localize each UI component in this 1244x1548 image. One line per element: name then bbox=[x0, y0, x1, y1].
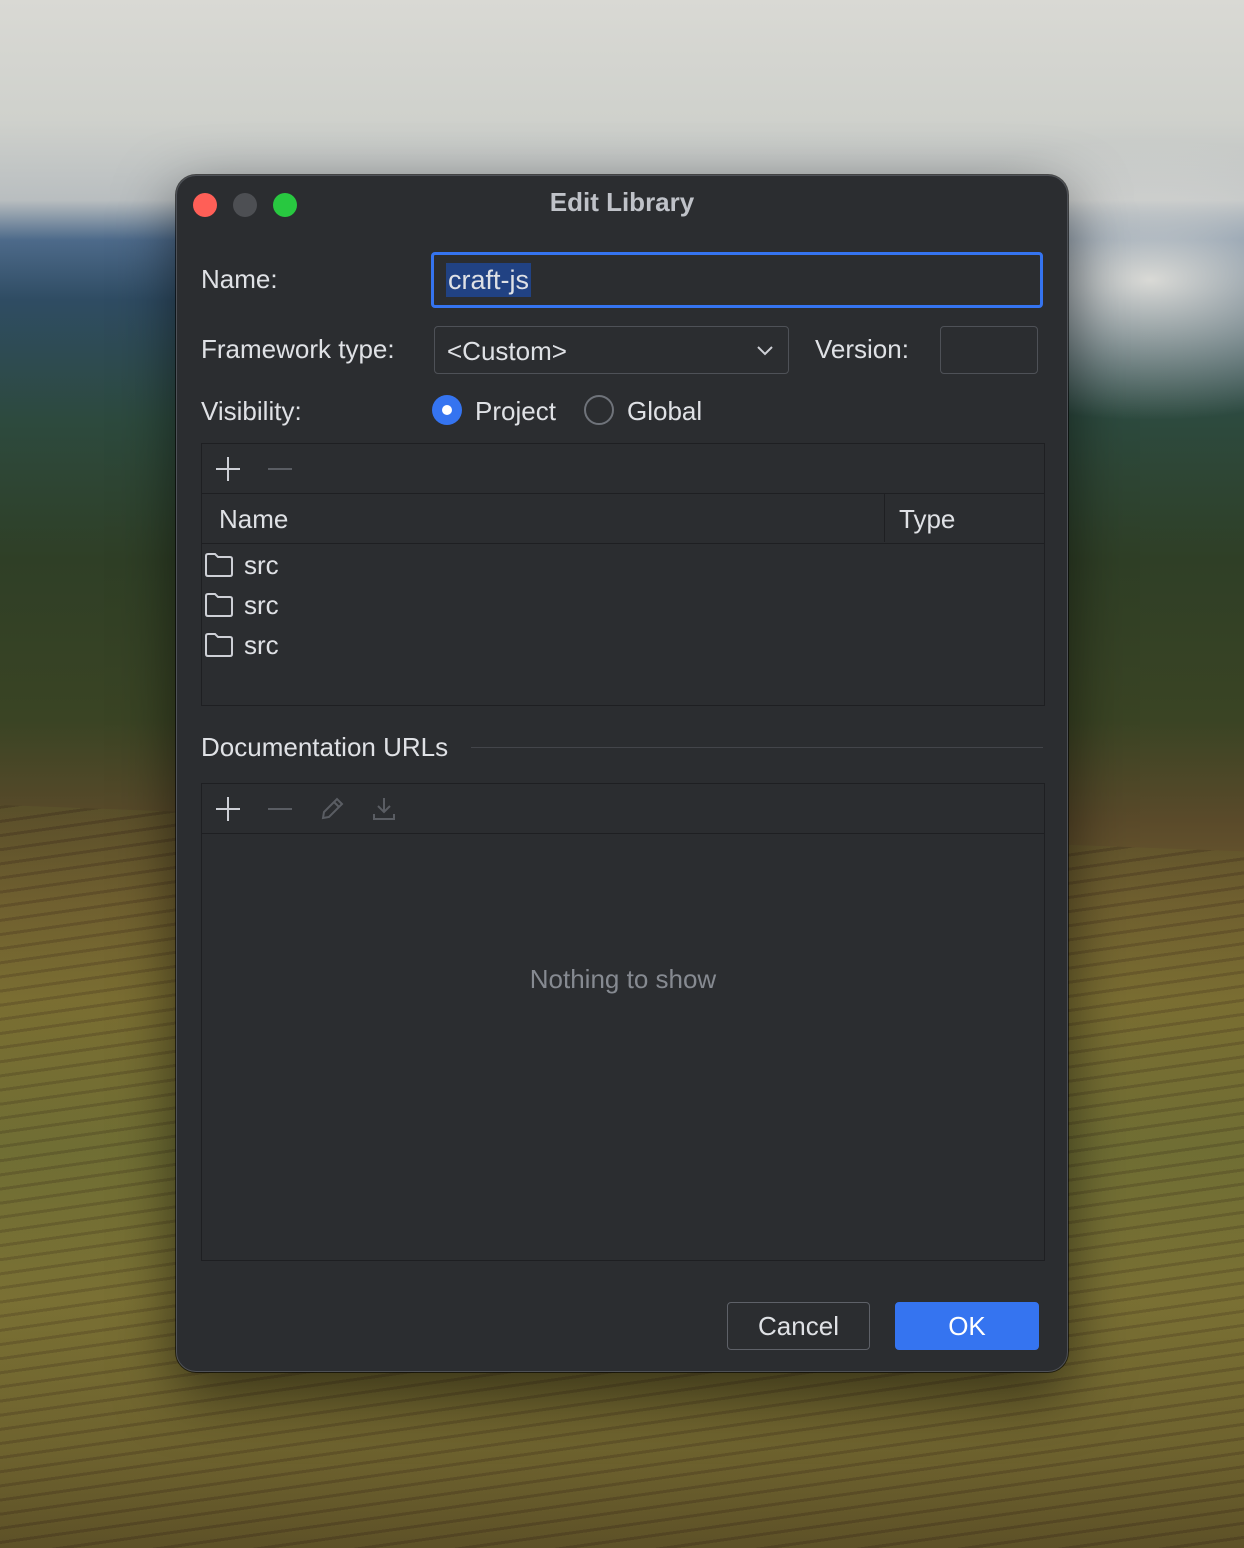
version-label: Version: bbox=[815, 334, 909, 364]
visibility-label: Visibility: bbox=[201, 396, 302, 426]
row-name: src bbox=[244, 550, 279, 580]
roots-table-header: Name Type bbox=[202, 494, 1044, 544]
add-icon[interactable] bbox=[215, 456, 241, 482]
section-divider bbox=[471, 747, 1043, 748]
row-name: src bbox=[244, 590, 279, 620]
name-label: Name: bbox=[201, 264, 278, 294]
dialog-title: Edit Library bbox=[549, 187, 695, 217]
title-bar: Edit Library bbox=[177, 176, 1067, 232]
framework-type-dropdown[interactable]: <Custom> bbox=[434, 326, 789, 374]
remove-icon[interactable] bbox=[267, 796, 293, 822]
row-name: src bbox=[244, 630, 279, 660]
framework-type-label: Framework type: bbox=[201, 334, 395, 364]
framework-type-value: <Custom> bbox=[447, 336, 567, 366]
empty-state-text: Nothing to show bbox=[529, 964, 717, 994]
cancel-button[interactable]: Cancel bbox=[727, 1302, 870, 1350]
ok-button[interactable]: OK bbox=[895, 1302, 1039, 1350]
add-icon[interactable] bbox=[215, 796, 241, 822]
roots-toolbar bbox=[202, 444, 1044, 494]
visibility-project-radio[interactable] bbox=[432, 395, 462, 425]
visibility-project-label[interactable]: Project bbox=[475, 396, 556, 427]
chevron-down-icon bbox=[757, 346, 773, 356]
column-divider[interactable] bbox=[884, 494, 885, 542]
download-icon[interactable] bbox=[371, 796, 397, 822]
folder-icon bbox=[205, 593, 233, 617]
name-input[interactable]: craft-js bbox=[431, 252, 1043, 308]
docs-toolbar bbox=[202, 784, 1044, 834]
column-header-type[interactable]: Type bbox=[899, 504, 955, 535]
remove-icon[interactable] bbox=[267, 456, 293, 482]
column-header-name[interactable]: Name bbox=[219, 504, 288, 535]
library-roots-panel: Name Type src src src bbox=[201, 443, 1045, 706]
folder-icon bbox=[205, 633, 233, 657]
visibility-global-label[interactable]: Global bbox=[627, 396, 702, 427]
name-input-value: craft-js bbox=[446, 263, 531, 297]
edit-pencil-icon[interactable] bbox=[319, 796, 345, 822]
documentation-urls-panel: Nothing to show bbox=[201, 783, 1045, 1261]
folder-icon bbox=[205, 553, 233, 577]
visibility-global-radio[interactable] bbox=[584, 395, 614, 425]
version-input[interactable] bbox=[940, 326, 1038, 374]
documentation-urls-title: Documentation URLs bbox=[201, 732, 449, 762]
edit-library-dialog: Edit Library Name: craft-js Framework ty… bbox=[176, 175, 1068, 1372]
